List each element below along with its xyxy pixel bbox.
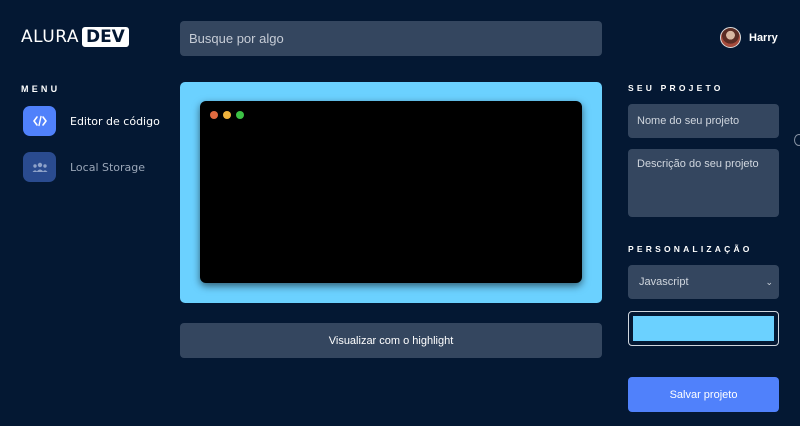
window-dot-red-icon — [210, 111, 218, 119]
language-select-value: Javascript — [639, 276, 689, 288]
color-picker[interactable] — [628, 311, 779, 346]
user-profile[interactable]: Harry — [720, 27, 778, 48]
logo-badge: DEV — [81, 27, 129, 47]
code-editor[interactable] — [200, 101, 582, 283]
editor-frame — [180, 82, 602, 303]
menu-title: MENU — [21, 84, 61, 94]
sidebar-item-label: Editor de código — [70, 114, 160, 128]
project-name-input[interactable] — [628, 104, 779, 138]
language-select[interactable]: Javascript ⌄ — [628, 265, 779, 299]
sidebar-item-local-storage[interactable]: Local Storage — [23, 152, 145, 182]
customization-section-title: PERSONALIZAÇÃO — [628, 244, 753, 254]
user-name: Harry — [749, 31, 778, 44]
sidebar-item-label: Local Storage — [70, 160, 146, 174]
project-description-input[interactable] — [628, 149, 779, 217]
code-icon — [23, 106, 56, 136]
logo-text: ALURA — [21, 27, 79, 47]
window-dot-green-icon — [236, 111, 244, 119]
users-icon — [23, 152, 56, 182]
sidebar-item-code-editor[interactable]: Editor de código — [23, 106, 160, 136]
project-section-title: SEU PROJETO — [628, 83, 724, 93]
preview-highlight-button[interactable]: Visualizar com o highlight — [180, 323, 602, 358]
color-swatch — [633, 316, 774, 341]
scroll-handle-icon[interactable] — [794, 134, 800, 146]
window-dot-yellow-icon — [223, 111, 231, 119]
logo: ALURA DEV — [21, 27, 129, 47]
save-project-button[interactable]: Salvar projeto — [628, 377, 779, 412]
search-input[interactable] — [180, 21, 602, 56]
chevron-down-icon: ⌄ — [765, 276, 773, 287]
avatar[interactable] — [720, 27, 741, 48]
